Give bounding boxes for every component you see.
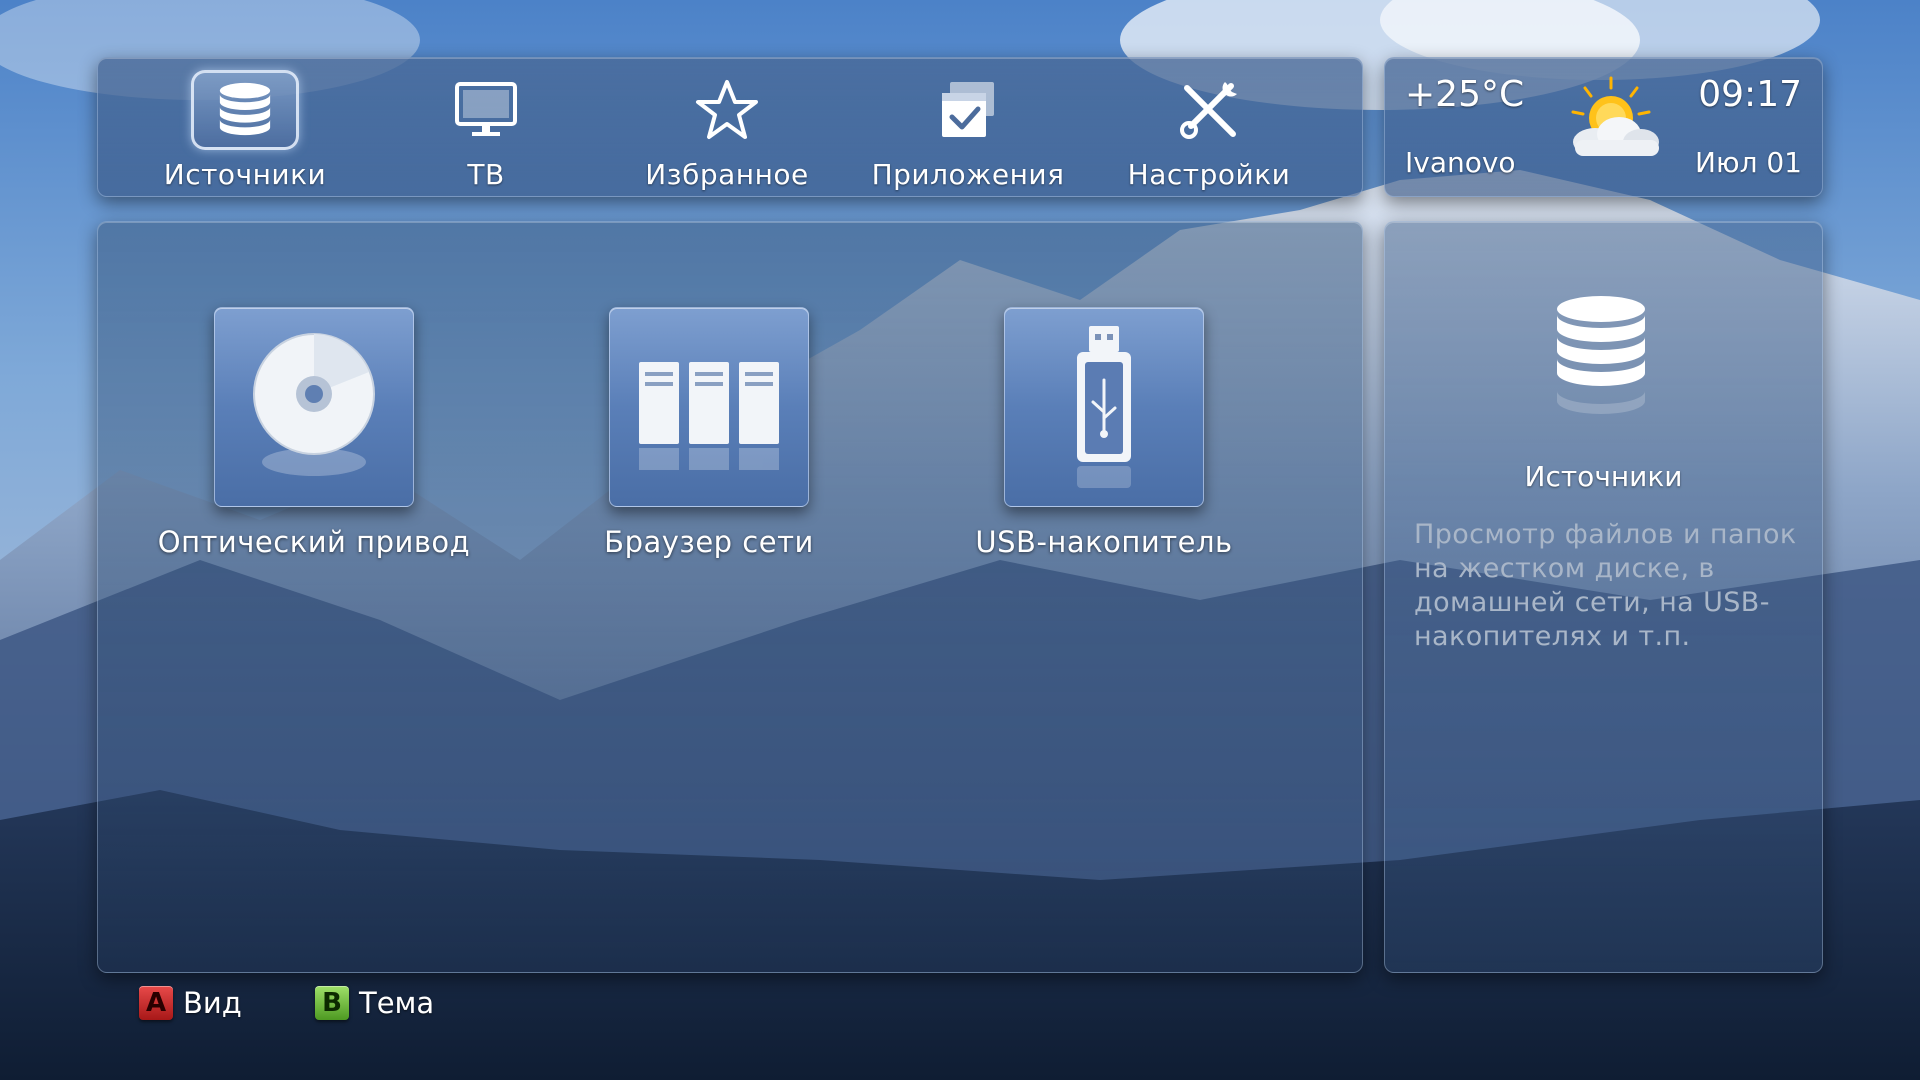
city-name: Ivanovo (1405, 146, 1516, 179)
network-servers-icon (639, 362, 779, 470)
nav-label: ТВ (467, 158, 505, 191)
source-tile-network-browser[interactable] (609, 307, 809, 507)
clock-time: 09:17 (1698, 74, 1802, 115)
database-icon (219, 82, 271, 136)
nav-item-sources[interactable]: Источники (140, 58, 350, 198)
hint-view[interactable]: A Вид (139, 983, 242, 1023)
date-text: Июл 01 (1695, 146, 1802, 179)
nav-icon-frame (191, 70, 299, 150)
monitor-icon (455, 82, 517, 136)
temperature-text: +25°C (1405, 74, 1525, 115)
nav-icon-frame (432, 70, 540, 150)
hint-label: Тема (359, 986, 435, 1020)
nav-label: Приложения (871, 158, 1065, 191)
info-description: Просмотр файлов и папок на жестком диске… (1414, 519, 1797, 652)
source-tile-usb-drive[interactable] (1004, 307, 1204, 507)
hint-theme[interactable]: B Тема (315, 983, 434, 1023)
green-key-icon: B (315, 986, 349, 1020)
nav-item-applications[interactable]: Приложения (863, 58, 1073, 198)
usb-drive-icon (1077, 326, 1131, 488)
nav-icon-frame (1155, 70, 1263, 150)
source-label: Браузер сети (604, 525, 814, 559)
sun-cloud-icon (1571, 76, 1659, 156)
nav-item-favorites[interactable]: Избранное (622, 58, 832, 198)
weather-clock-panel: +25°C 09:17 Ivanovo Июл 01 (1384, 57, 1823, 197)
source-label: Оптический привод (157, 525, 471, 559)
nav-label: Настройки (1127, 158, 1291, 191)
nav-item-settings[interactable]: Настройки (1104, 58, 1314, 198)
star-icon (696, 80, 758, 139)
nav-icon-frame (914, 70, 1022, 150)
nav-item-tv[interactable]: ТВ (381, 58, 591, 198)
source-tile-optical-drive[interactable] (214, 307, 414, 507)
database-icon (1557, 296, 1645, 414)
info-title: Источники (1524, 460, 1683, 493)
applications-icon (942, 82, 994, 137)
hint-label: Вид (183, 986, 242, 1020)
tools-icon (1180, 82, 1237, 139)
top-navigation-bar: Источники ТВ Избранное Приложения Настро… (97, 57, 1363, 197)
nav-label: Источники (163, 158, 327, 191)
optical-disc-icon (253, 333, 375, 476)
red-key-icon: A (139, 986, 173, 1020)
nav-icon-frame (673, 70, 781, 150)
source-label: USB-накопитель (975, 525, 1233, 559)
nav-label: Избранное (645, 158, 809, 191)
